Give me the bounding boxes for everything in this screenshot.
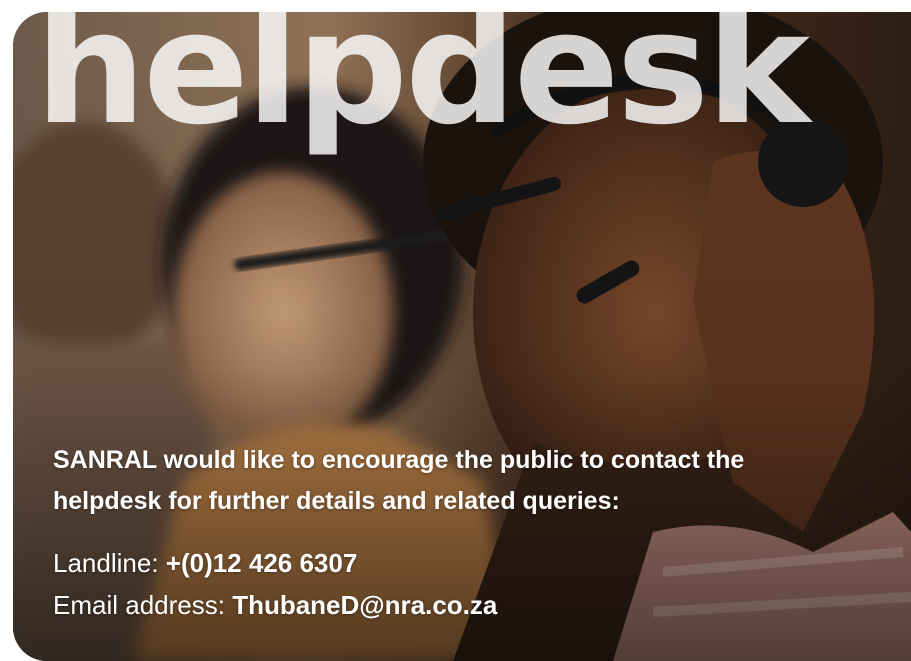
email-address[interactable]: ThubaneD@nra.co.za — [232, 590, 497, 620]
landline-row: Landline: +(0)12 426 6307 — [53, 542, 853, 584]
email-label: Email address: — [53, 590, 233, 620]
email-row: Email address: ThubaneD@nra.co.za — [53, 584, 853, 626]
headline-title: helpdesk — [35, 12, 810, 159]
landline-label: Landline: — [53, 548, 166, 578]
helpdesk-banner: helpdesk SANRAL would like to encourage … — [13, 12, 911, 661]
contact-details: Landline: +(0)12 426 6307 Email address:… — [53, 542, 853, 626]
contact-info: SANRAL would like to encourage the publi… — [53, 440, 853, 626]
intro-text: SANRAL would like to encourage the publi… — [53, 446, 745, 515]
landline-number[interactable]: +(0)12 426 6307 — [166, 548, 358, 578]
